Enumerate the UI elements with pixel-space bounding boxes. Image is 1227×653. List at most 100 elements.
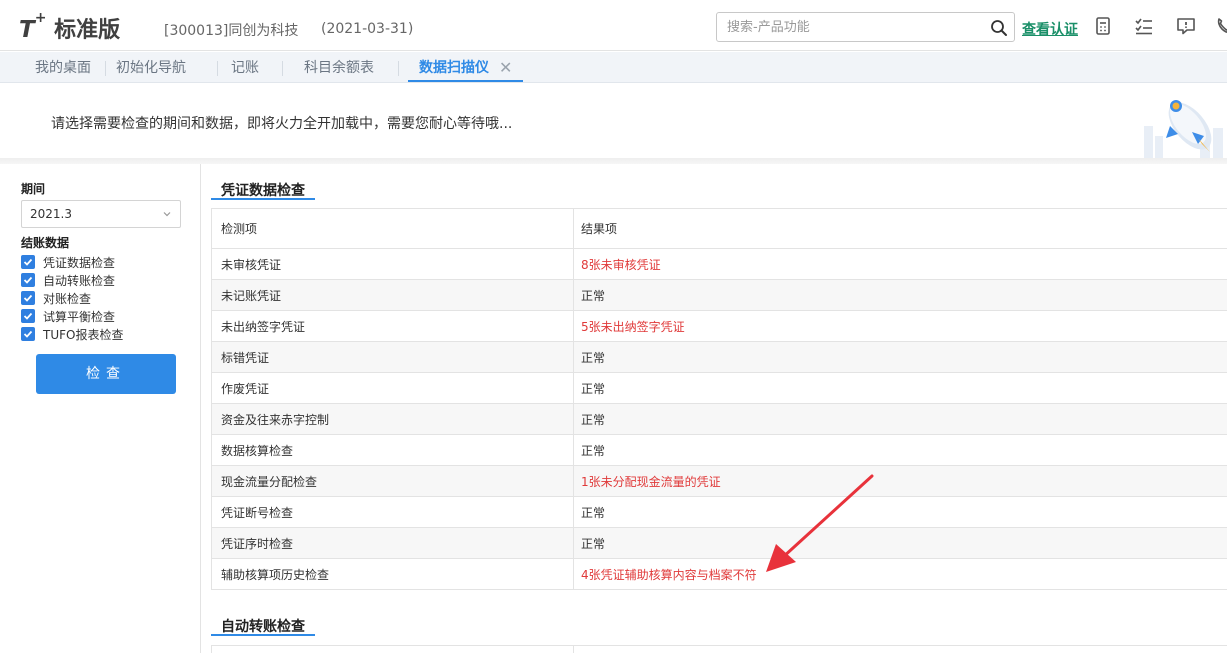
section-title-auto-transfer-check: 自动转账检查 (221, 619, 305, 635)
search-box[interactable] (716, 12, 1015, 42)
column-divider (573, 280, 574, 310)
check-item-cell: 资金及往来赤字控制 (221, 412, 330, 427)
search-input[interactable] (717, 13, 977, 41)
period-select[interactable]: 2021.3 (21, 200, 181, 228)
closing-data-label: 结账数据 (21, 236, 70, 250)
check-result-cell: 正常 (581, 536, 606, 551)
checkbox-label: 凭证数据检查 (43, 255, 116, 270)
tab-data-scanner[interactable]: 数据扫描仪 (419, 52, 489, 83)
check-result-cell: 5张未出纳签字凭证 (581, 319, 685, 334)
checkbox-checked-icon[interactable] (21, 291, 35, 305)
check-result-cell: 正常 (581, 350, 606, 365)
run-check-button[interactable]: 检查 (36, 354, 176, 394)
voucher-check-table: 检测项 结果项 未审核凭证 8张未审核凭证 未记账凭证 正常 未出纳签字凭证 5… (211, 208, 1227, 590)
column-divider (573, 373, 574, 403)
column-divider (573, 559, 574, 589)
column-divider (573, 497, 574, 527)
check-item-cell: 辅助核算项历史检查 (221, 567, 330, 582)
column-divider (573, 528, 574, 558)
phone-icon[interactable] (1214, 16, 1227, 36)
company-name: [300013]同创为科技 (164, 23, 299, 39)
tab-divider (282, 61, 283, 76)
column-divider (573, 342, 574, 372)
column-divider (573, 209, 574, 248)
check-result-cell: 正常 (581, 288, 606, 303)
account-date: (2021-03-31) (321, 21, 414, 37)
checkbox-checked-icon[interactable] (21, 255, 35, 269)
tab-divider (217, 61, 218, 76)
check-item-cell: 凭证断号检查 (221, 505, 294, 520)
table-row: 凭证断号检查 正常 (212, 497, 1227, 528)
check-item-cell: 现金流量分配检查 (221, 474, 318, 489)
tab-divider (398, 61, 399, 76)
message-icon[interactable] (1176, 16, 1196, 36)
checkbox-label: 试算平衡检查 (43, 309, 116, 324)
checkbox-label: 自动转账检查 (43, 273, 116, 288)
check-item-cell: 凭证序时检查 (221, 536, 294, 551)
section-title-voucher-check: 凭证数据检查 (221, 183, 305, 199)
table-row: 未审核凭证 8张未审核凭证 (212, 249, 1227, 280)
check-result-cell: 1张未分配现金流量的凭证 (581, 474, 721, 489)
column-divider (573, 435, 574, 465)
check-item-cell: 标错凭证 (221, 350, 270, 365)
active-tab-indicator (408, 80, 523, 82)
search-icon[interactable] (990, 19, 1008, 37)
checkbox-tufo-report-check[interactable]: TUFO报表检查 (21, 326, 123, 342)
view-certification-link[interactable]: 查看认证 (1022, 19, 1078, 39)
rocket-illustration-icon (1144, 100, 1223, 159)
checkbox-reconciliation-check[interactable]: 对账检查 (21, 290, 91, 306)
column-divider (573, 311, 574, 341)
checkbox-checked-icon[interactable] (21, 327, 35, 341)
tab-bar: 我的桌面 初始化导航 记账 科目余额表 数据扫描仪 (0, 52, 1227, 83)
checkbox-label: TUFO报表检查 (43, 327, 124, 342)
table-row: 未记账凭证 正常 (212, 280, 1227, 311)
checkbox-auto-transfer-check[interactable]: 自动转账检查 (21, 272, 115, 288)
column-header-item: 检测项 (221, 222, 258, 236)
check-result-cell: 正常 (581, 381, 606, 396)
app-logo: T+ 标准版 (19, 10, 121, 43)
calculator-icon[interactable] (1093, 16, 1113, 36)
check-result-cell: 4张凭证辅助核算内容与档案不符 (581, 567, 757, 582)
checkbox-voucher-check[interactable]: 凭证数据检查 (21, 254, 115, 270)
table-row: 现金流量分配检查 1张未分配现金流量的凭证 (212, 466, 1227, 497)
filter-panel: 期间 2021.3 结账数据 凭证数据检查 自动转账检查 对账检查 试算平衡检查… (0, 164, 201, 653)
tab-divider (105, 61, 106, 76)
table-row: 凭证序时检查 正常 (212, 528, 1227, 559)
tab-account-balance[interactable]: 科目余额表 (304, 52, 374, 83)
table-row: 作废凭证 正常 (212, 373, 1227, 404)
tab-bookkeeping[interactable]: 记账 (231, 52, 259, 83)
checkbox-checked-icon[interactable] (21, 273, 35, 287)
section-underline (211, 198, 315, 200)
checkbox-trial-balance-check[interactable]: 试算平衡检查 (21, 308, 115, 324)
app-header: T+ 标准版 [300013]同创为科技 (2021-03-31) 查看认证 (0, 0, 1227, 51)
check-item-cell: 未记账凭证 (221, 288, 282, 303)
check-item-cell: 未审核凭证 (221, 257, 282, 272)
annotation-arrow-icon (766, 474, 874, 572)
check-result-cell: 正常 (581, 412, 606, 427)
loading-banner: 请选择需要检查的期间和数据，即将火力全开加载中，需要您耐心等待哦... (0, 84, 1227, 161)
banner-message: 请选择需要检查的期间和数据，即将火力全开加载中，需要您耐心等待哦... (51, 116, 513, 132)
tab-init-guide[interactable]: 初始化导航 (116, 52, 186, 83)
table-row: 数据核算检查 正常 (212, 435, 1227, 466)
tab-close-icon[interactable]: ✕ (499, 58, 512, 77)
check-item-cell: 数据核算检查 (221, 443, 294, 458)
period-value: 2021.3 (30, 207, 72, 221)
section-underline (211, 634, 315, 636)
auto-transfer-table (211, 645, 1227, 653)
table-row: 辅助核算项历史检查 4张凭证辅助核算内容与档案不符 (212, 559, 1227, 590)
column-divider (573, 404, 574, 434)
column-divider (573, 249, 574, 279)
checklist-icon[interactable] (1134, 16, 1154, 36)
period-label: 期间 (21, 182, 46, 196)
column-divider (573, 466, 574, 496)
checkbox-label: 对账检查 (43, 291, 92, 306)
check-item-cell: 作废凭证 (221, 381, 270, 396)
table-row: 未出纳签字凭证 5张未出纳签字凭证 (212, 311, 1227, 342)
column-divider (573, 646, 574, 653)
checkbox-checked-icon[interactable] (21, 309, 35, 323)
check-result-cell: 正常 (581, 505, 606, 520)
table-row: 资金及往来赤字控制 正常 (212, 404, 1227, 435)
table-row: 标错凭证 正常 (212, 342, 1227, 373)
check-item-cell: 未出纳签字凭证 (221, 319, 306, 334)
tab-my-desktop[interactable]: 我的桌面 (35, 52, 91, 83)
